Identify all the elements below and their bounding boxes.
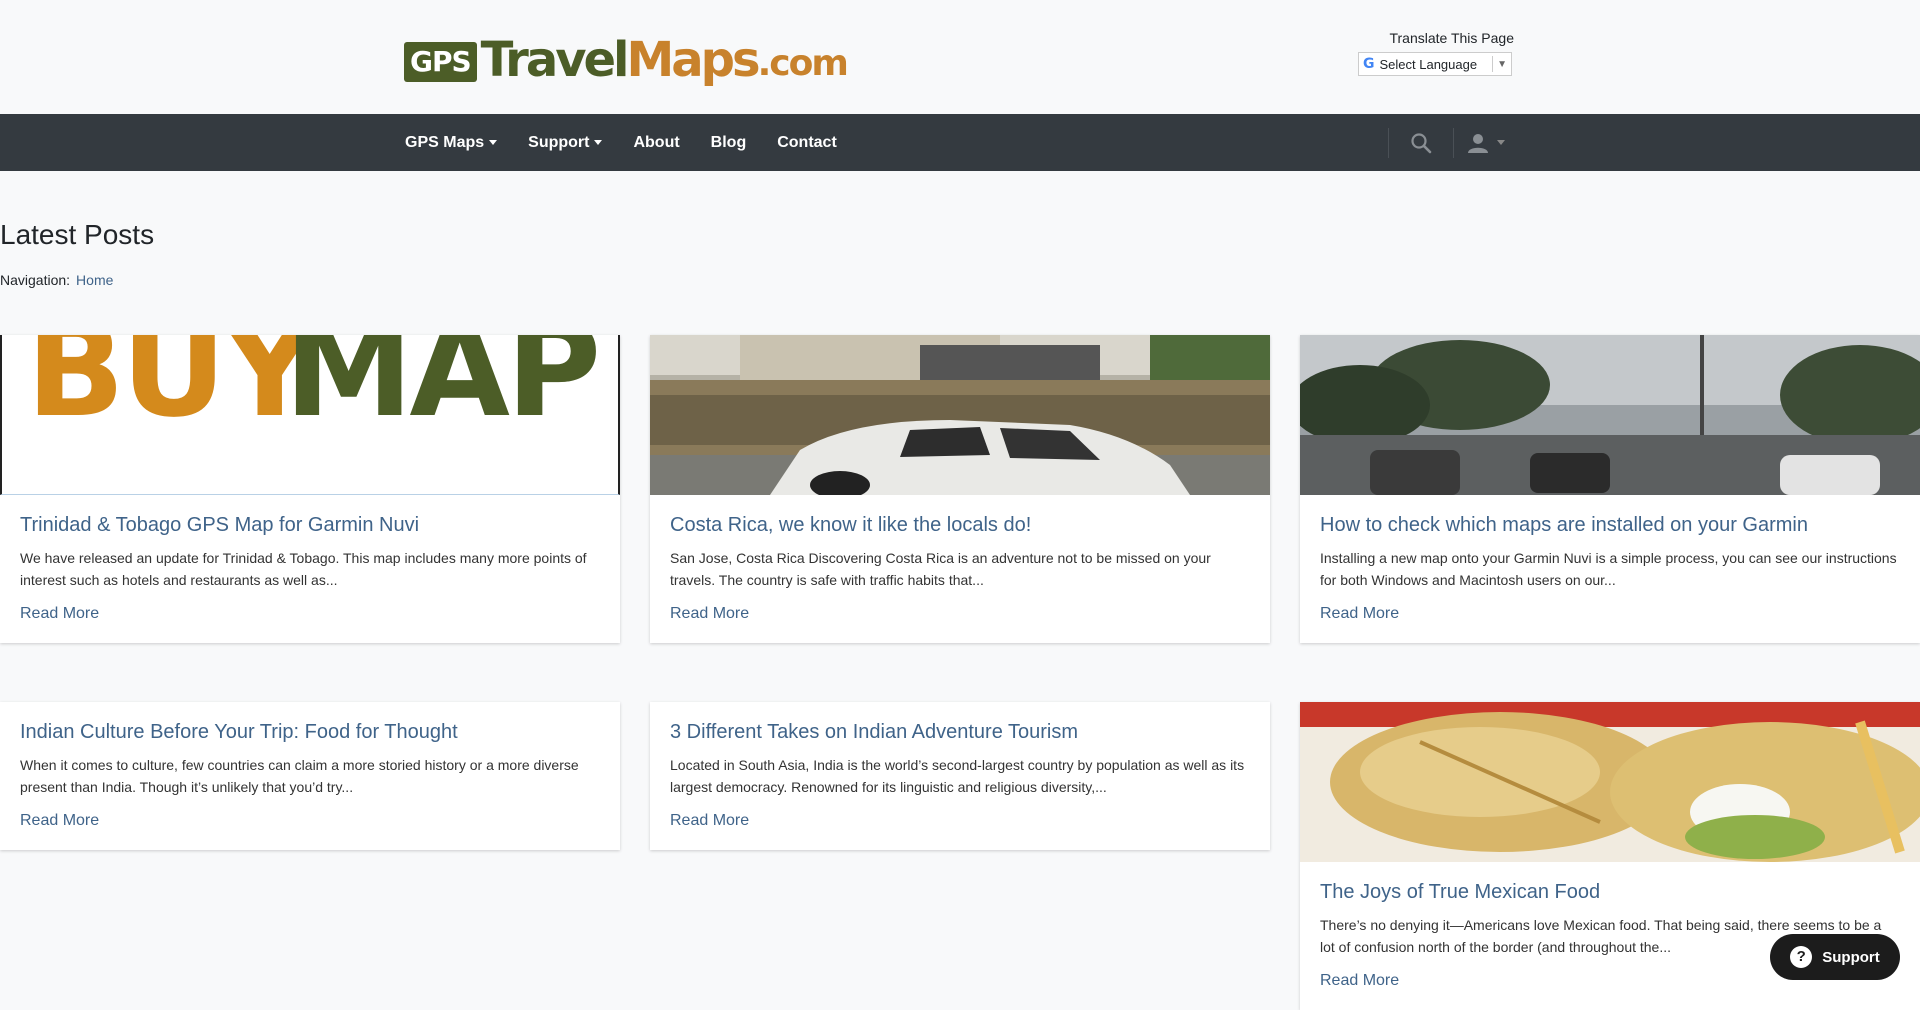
main-navbar: GPS Maps Support About Blog Contact: [0, 114, 1920, 171]
read-more-link[interactable]: Read More: [670, 812, 749, 830]
logo-gps-badge: GPS: [404, 42, 477, 82]
select-separator: [1492, 56, 1494, 72]
search-icon: [1411, 132, 1432, 153]
nav-support-label: Support: [528, 133, 590, 151]
nav-about-label: About: [633, 133, 680, 151]
translate-label: Translate This Page: [1389, 30, 1514, 46]
read-more-link[interactable]: Read More: [1320, 972, 1399, 990]
logo-travel-text: Travel: [480, 32, 630, 88]
post-card: Indian Culture Before Your Trip: Food fo…: [0, 702, 620, 850]
street-car-photo: [650, 335, 1270, 495]
support-widget-button[interactable]: ? Support: [1770, 934, 1900, 980]
page-title: Latest Posts: [0, 219, 155, 250]
post-title-link[interactable]: 3 Different Takes on Indian Adventure To…: [670, 720, 1250, 744]
post-card: 3 Different Takes on Indian Adventure To…: [650, 702, 1270, 850]
help-icon: ?: [1790, 946, 1813, 968]
support-widget-label: Support: [1822, 948, 1880, 966]
buy-map-word-buy: BUY: [26, 335, 317, 446]
post-card-body: Indian Culture Before Your Trip: Food fo…: [0, 702, 620, 850]
tamales-photo: [1300, 702, 1920, 862]
search-button[interactable]: [1389, 126, 1453, 159]
nav-support[interactable]: Support: [528, 133, 603, 152]
buy-map-word-map: MAP: [284, 335, 601, 446]
nav-menu: GPS Maps Support About Blog Contact: [405, 114, 868, 171]
post-title-link[interactable]: The Joys of True Mexican Food: [1320, 880, 1900, 904]
nav-blog-label: Blog: [710, 133, 747, 151]
post-title-link[interactable]: Costa Rica, we know it like the locals d…: [670, 513, 1250, 537]
caret-down-icon: [489, 140, 498, 145]
post-card-body: How to check which maps are installed on…: [1300, 495, 1920, 643]
post-excerpt: When it comes to culture, few countries …: [20, 757, 579, 795]
post-card-body: Trinidad & Tobago GPS Map for Garmin Nuv…: [0, 495, 620, 643]
read-more-link[interactable]: Read More: [20, 605, 99, 623]
nav-contact[interactable]: Contact: [777, 134, 837, 152]
language-select-value: Select Language: [1379, 56, 1478, 72]
post-image-tamales[interactable]: [1300, 702, 1920, 862]
post-excerpt: San Jose, Costa Rica Discovering Costa R…: [670, 550, 1211, 588]
google-icon: G: [1363, 56, 1375, 72]
logo-maps-text: Maps: [626, 32, 761, 88]
read-more-link[interactable]: Read More: [20, 812, 99, 830]
caret-down-icon: [1497, 140, 1505, 145]
caret-down-icon: [594, 140, 603, 145]
breadcrumb: Navigation: Home: [0, 272, 113, 288]
site-logo[interactable]: GPS Travel Maps .com: [404, 32, 849, 88]
post-card: Costa Rica, we know it like the locals d…: [650, 335, 1270, 643]
language-select[interactable]: G Select Language ▼: [1358, 52, 1512, 76]
nav-about[interactable]: About: [633, 134, 679, 152]
street-traffic-photo: [1300, 335, 1920, 495]
nav-blog[interactable]: Blog: [711, 134, 747, 152]
post-excerpt: Located in South Asia, India is the worl…: [670, 757, 1245, 795]
nav-gps-maps[interactable]: GPS Maps: [405, 133, 498, 152]
post-title-link[interactable]: How to check which maps are installed on…: [1320, 513, 1900, 537]
post-excerpt: We have released an update for Trinidad …: [20, 550, 587, 588]
user-menu-button[interactable]: [1454, 126, 1518, 159]
breadcrumb-label: Navigation:: [0, 272, 71, 288]
dropdown-arrow-icon: ▼: [1497, 58, 1507, 70]
post-title-link[interactable]: Indian Culture Before Your Trip: Food fo…: [20, 720, 600, 744]
nav-tools: [1388, 126, 1518, 159]
post-image-street-traffic[interactable]: [1300, 335, 1920, 495]
user-icon: [1468, 133, 1488, 153]
post-card: How to check which maps are installed on…: [1300, 335, 1920, 643]
nav-contact-label: Contact: [777, 133, 837, 151]
post-card-body: Costa Rica, we know it like the locals d…: [650, 495, 1270, 643]
post-card: BUY MAP Trinidad & Tobago GPS Map for Ga…: [0, 335, 620, 643]
post-card-body: 3 Different Takes on Indian Adventure To…: [650, 702, 1270, 850]
top-header: GPS Travel Maps .com Translate This Page…: [0, 0, 1920, 114]
post-image-street-car[interactable]: [650, 335, 1270, 495]
nav-gps-maps-label: GPS Maps: [405, 133, 485, 151]
translate-widget: Translate This Page G Select Language ▼: [1358, 30, 1514, 76]
read-more-link[interactable]: Read More: [670, 605, 749, 623]
breadcrumb-home-link[interactable]: Home: [76, 272, 113, 288]
read-more-link[interactable]: Read More: [1320, 605, 1399, 623]
post-title-link[interactable]: Trinidad & Tobago GPS Map for Garmin Nuv…: [20, 513, 600, 537]
post-image-buy-map[interactable]: BUY MAP: [0, 335, 620, 495]
logo-com-text: .com: [757, 43, 849, 84]
post-excerpt: Installing a new map onto your Garmin Nu…: [1320, 550, 1897, 588]
